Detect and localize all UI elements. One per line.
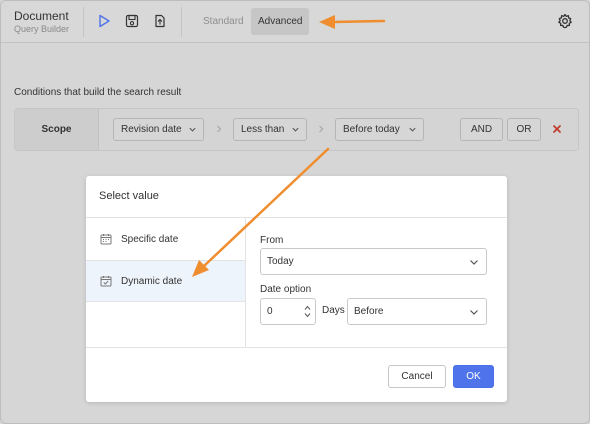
divider [83,7,84,37]
days-number-input[interactable]: 0 [260,298,316,325]
chevron-down-icon [470,310,478,315]
app-subtitle: Query Builder [14,24,70,34]
gear-icon [558,13,572,29]
spinner-arrows-icon[interactable] [304,304,311,319]
cancel-button[interactable]: Cancel [388,365,446,388]
option-dynamic-date[interactable]: Dynamic date [86,260,245,302]
operator-select-value: Less than [241,124,285,135]
field-select[interactable]: Revision date [113,118,204,141]
days-number-value: 0 [267,306,273,317]
days-label: Days [322,305,345,316]
chevron-right-icon [217,125,222,133]
option-label: Dynamic date [121,275,183,287]
or-button[interactable]: OR [507,118,541,141]
from-select[interactable]: Today [260,248,487,275]
run-button[interactable] [95,12,113,30]
export-button[interactable] [151,12,169,30]
app-window: Document Query Builder Standard Advanced [0,0,590,424]
divider [181,7,182,37]
select-value-dialog: Select value Specific date Dynamic date [86,176,507,402]
from-select-value: Today [267,256,294,267]
calendar-check-icon [100,276,112,287]
save-icon [125,14,139,28]
ok-button[interactable]: OK [453,365,494,388]
value-select-value: Before today [343,124,400,135]
operator-select[interactable]: Less than [233,118,307,141]
date-type-list: Specific date Dynamic date [86,218,246,347]
chevron-down-icon [409,127,416,132]
tab-advanced[interactable]: Advanced [251,8,310,35]
play-icon [99,14,110,28]
direction-select-value: Before [354,306,384,317]
field-select-value: Revision date [121,124,182,135]
from-label: From [260,235,284,246]
date-option-label: Date option [260,284,312,295]
save-button[interactable] [123,12,141,30]
direction-select[interactable]: Before [347,298,487,325]
value-select[interactable]: Before today [335,118,424,141]
calendar-icon [100,234,112,245]
export-icon [155,14,165,28]
and-button[interactable]: AND [460,118,503,141]
toolbar: Document Query Builder Standard Advanced [1,1,589,43]
chevron-down-icon [470,260,478,265]
chevron-down-icon [292,127,299,132]
settings-button[interactable] [556,12,574,30]
title-block: Document Query Builder [14,9,69,35]
chevron-down-icon [189,127,196,132]
tab-standard[interactable]: Standard [196,8,251,35]
dialog-title: Select value [99,190,159,202]
scope-label: Scope [15,109,99,150]
conditions-heading: Conditions that build the search result [14,87,182,98]
chevron-right-icon [319,125,324,133]
option-label: Specific date [121,233,179,245]
condition-row: Scope Revision date Less than Before tod… [14,108,579,151]
app-title: Document [14,9,69,23]
close-icon[interactable] [552,124,562,134]
divider [86,347,507,348]
option-specific-date[interactable]: Specific date [86,218,245,260]
